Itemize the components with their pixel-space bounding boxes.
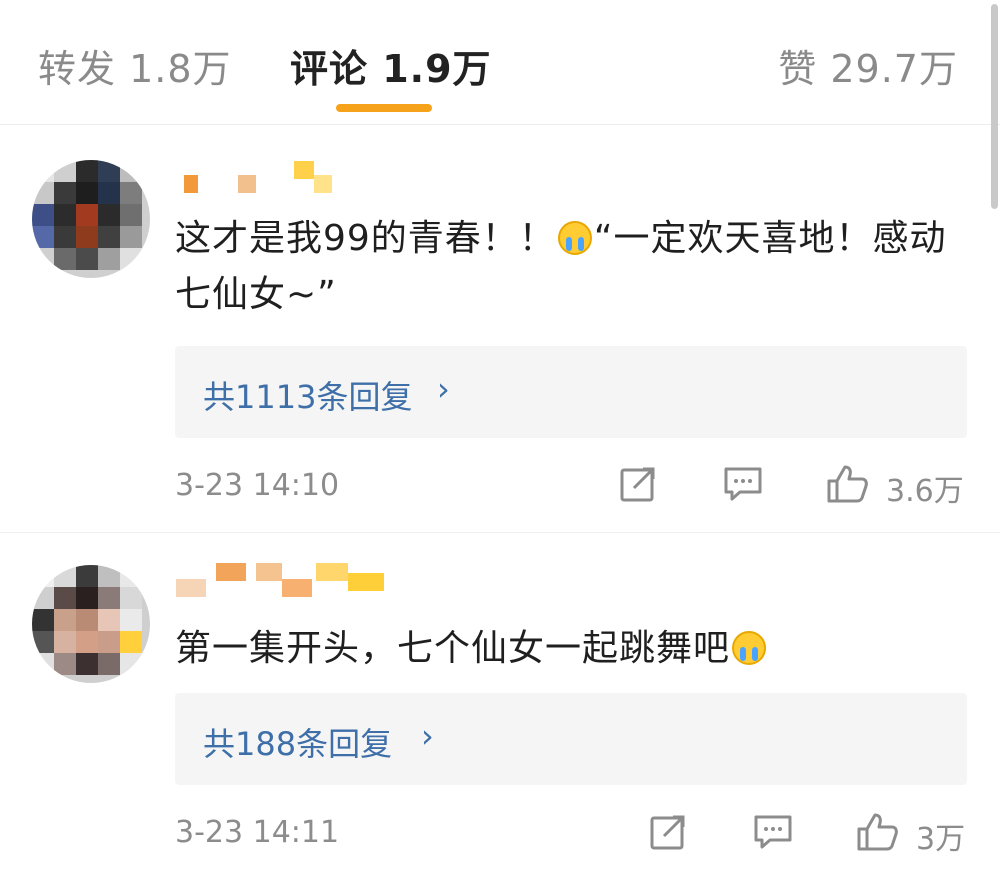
tab-likes[interactable]: 赞 29.7万 [778,38,958,93]
crying-face-emoji-icon [732,631,767,665]
chevron-right-icon: › [437,370,450,408]
comment-divider [0,532,1000,533]
reply-button[interactable] [722,464,764,504]
reply-button[interactable] [752,812,794,852]
thumbs-up-icon [827,465,868,503]
thumbs-up-icon [857,813,898,851]
active-tab-indicator [336,104,432,112]
like-button[interactable]: 3.6万 [826,464,966,509]
username-blurred[interactable] [176,157,336,197]
comment-timestamp: 3-23 14:10 [175,468,340,503]
replies-count-label: 共188条回复 [203,725,393,763]
tab-reposts[interactable]: 转发 1.8万 [38,38,232,93]
comment-item: 第一集开头，七个仙女一起跳舞吧 共188条回复 › 3-23 14:11 3万 [0,535,1000,881]
comment-text: 第一集开头，七个仙女一起跳舞吧 [175,621,965,677]
username-blurred[interactable] [176,563,386,603]
like-count: 3.6万 [886,474,964,509]
comment-bubble-icon [754,815,792,849]
share-button[interactable] [648,812,688,852]
view-replies-button[interactable]: 共1113条回复 › [175,346,967,438]
like-button[interactable]: 3万 [856,812,966,857]
comment-text: 这才是我99的青春！！ “一定欢天喜地！感动七仙女~” [175,218,947,315]
avatar[interactable] [32,160,150,278]
view-replies-button[interactable]: 共188条回复 › [175,693,967,785]
chevron-right-icon: › [421,717,434,755]
like-count: 3万 [916,822,966,857]
replies-count-label: 共1113条回复 [203,378,413,416]
tab-comments[interactable]: 评论 1.9万 [290,38,492,93]
comment-timestamp: 3-23 14:11 [175,815,340,850]
share-button[interactable] [618,464,658,504]
comment-item: 这才是我99的青春！！ “一定欢天喜地！感动七仙女~” 共1113条回复 › 3-… [0,125,1000,525]
share-icon [620,467,655,502]
share-icon [650,815,685,850]
comment-bubble-icon [724,467,762,501]
crying-face-emoji-icon [557,221,592,255]
avatar[interactable] [32,565,150,683]
tab-bar: 转发 1.8万 评论 1.9万 赞 29.7万 [0,0,1000,122]
